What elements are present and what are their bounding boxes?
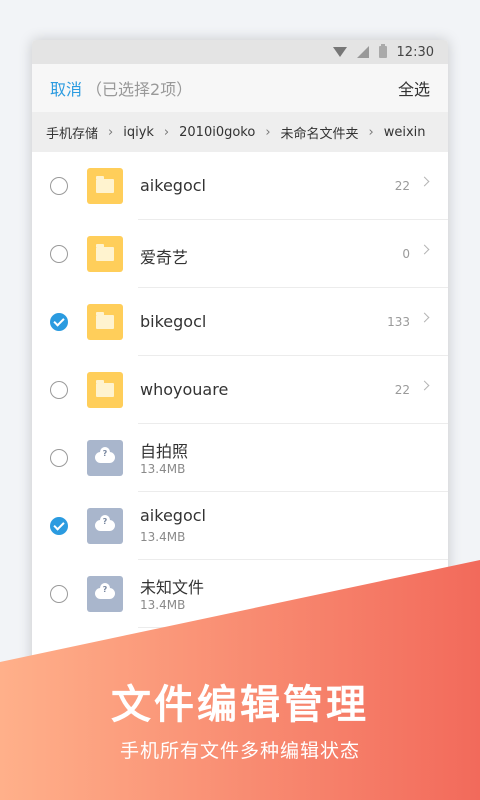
checkbox[interactable] xyxy=(50,585,68,603)
item-size: 13.4MB xyxy=(140,530,186,544)
list-item[interactable]: ? 自拍照 13.4MB xyxy=(32,424,448,492)
folder-icon xyxy=(87,372,123,408)
breadcrumb-item[interactable]: weixin xyxy=(384,125,426,140)
item-count: 22 xyxy=(394,179,410,193)
item-name: whoyouare xyxy=(140,380,229,399)
item-size: 13.4MB xyxy=(140,598,186,612)
wifi-icon xyxy=(332,47,347,57)
chevron-right-icon: › xyxy=(108,124,114,140)
checkbox[interactable] xyxy=(50,517,68,535)
selection-toolbar: 取消 （已选择2项） 全选 xyxy=(32,64,448,112)
folder-icon xyxy=(87,304,123,340)
list-item[interactable]: aikegocl 22 xyxy=(32,152,448,220)
file-list: aikegocl 22 爱奇艺 0 bikegocl 133 whoyouare… xyxy=(32,152,448,628)
list-item[interactable]: bikegocl 133 xyxy=(32,288,448,356)
unknown-file-icon: ? xyxy=(87,440,123,476)
folder-icon xyxy=(87,236,123,272)
breadcrumb-item[interactable]: iqiyk xyxy=(123,125,154,140)
chevron-right-icon: › xyxy=(368,124,374,140)
item-name: aikegocl xyxy=(140,506,206,525)
item-size: 13.4MB xyxy=(140,462,186,476)
breadcrumb: 手机存储 › iqiyk › 2010i0goko › 未命名文件夹 › wei… xyxy=(32,112,448,152)
cancel-button[interactable]: 取消 xyxy=(50,80,82,99)
checkbox[interactable] xyxy=(50,381,68,399)
item-count: 22 xyxy=(394,383,410,397)
unknown-file-icon: ? xyxy=(87,576,123,612)
folder-icon xyxy=(87,168,123,204)
item-name: 自拍照 xyxy=(140,442,189,461)
select-all-button[interactable]: 全选 xyxy=(398,76,430,100)
unknown-file-icon: ? xyxy=(87,508,123,544)
signal-icon xyxy=(356,46,369,58)
clock: 12:30 xyxy=(396,44,434,60)
battery-icon xyxy=(378,44,387,58)
breadcrumb-item[interactable]: 手机存储 xyxy=(46,123,98,142)
list-item[interactable]: 爱奇艺 0 xyxy=(32,220,448,288)
checkbox[interactable] xyxy=(50,177,68,195)
item-name: 未知文件 xyxy=(140,578,205,597)
list-item[interactable]: ? 未知文件 13.4MB xyxy=(32,560,448,628)
chevron-right-icon xyxy=(419,176,430,187)
phone-screen: 12:30 取消 （已选择2项） 全选 手机存储 › iqiyk › 2010i0… xyxy=(32,40,448,800)
breadcrumb-item[interactable]: 2010i0goko xyxy=(179,125,255,140)
chevron-right-icon xyxy=(419,380,430,391)
status-bar: 12:30 xyxy=(32,40,448,64)
chevron-right-icon: › xyxy=(265,124,271,140)
item-name: 爱奇艺 xyxy=(140,248,189,267)
checkbox[interactable] xyxy=(50,245,68,263)
item-count: 133 xyxy=(387,315,410,329)
item-count: 0 xyxy=(402,247,410,261)
list-item[interactable]: whoyouare 22 xyxy=(32,356,448,424)
chevron-right-icon xyxy=(419,312,430,323)
item-name: bikegocl xyxy=(140,312,207,331)
chevron-right-icon xyxy=(419,244,430,255)
breadcrumb-item[interactable]: 未命名文件夹 xyxy=(281,123,359,142)
selected-count: （已选择2项） xyxy=(86,80,193,99)
item-name: aikegocl xyxy=(140,176,206,195)
list-item[interactable]: ? aikegocl 13.4MB xyxy=(32,492,448,560)
checkbox[interactable] xyxy=(50,313,68,331)
checkbox[interactable] xyxy=(50,449,68,467)
chevron-right-icon: › xyxy=(163,124,170,140)
